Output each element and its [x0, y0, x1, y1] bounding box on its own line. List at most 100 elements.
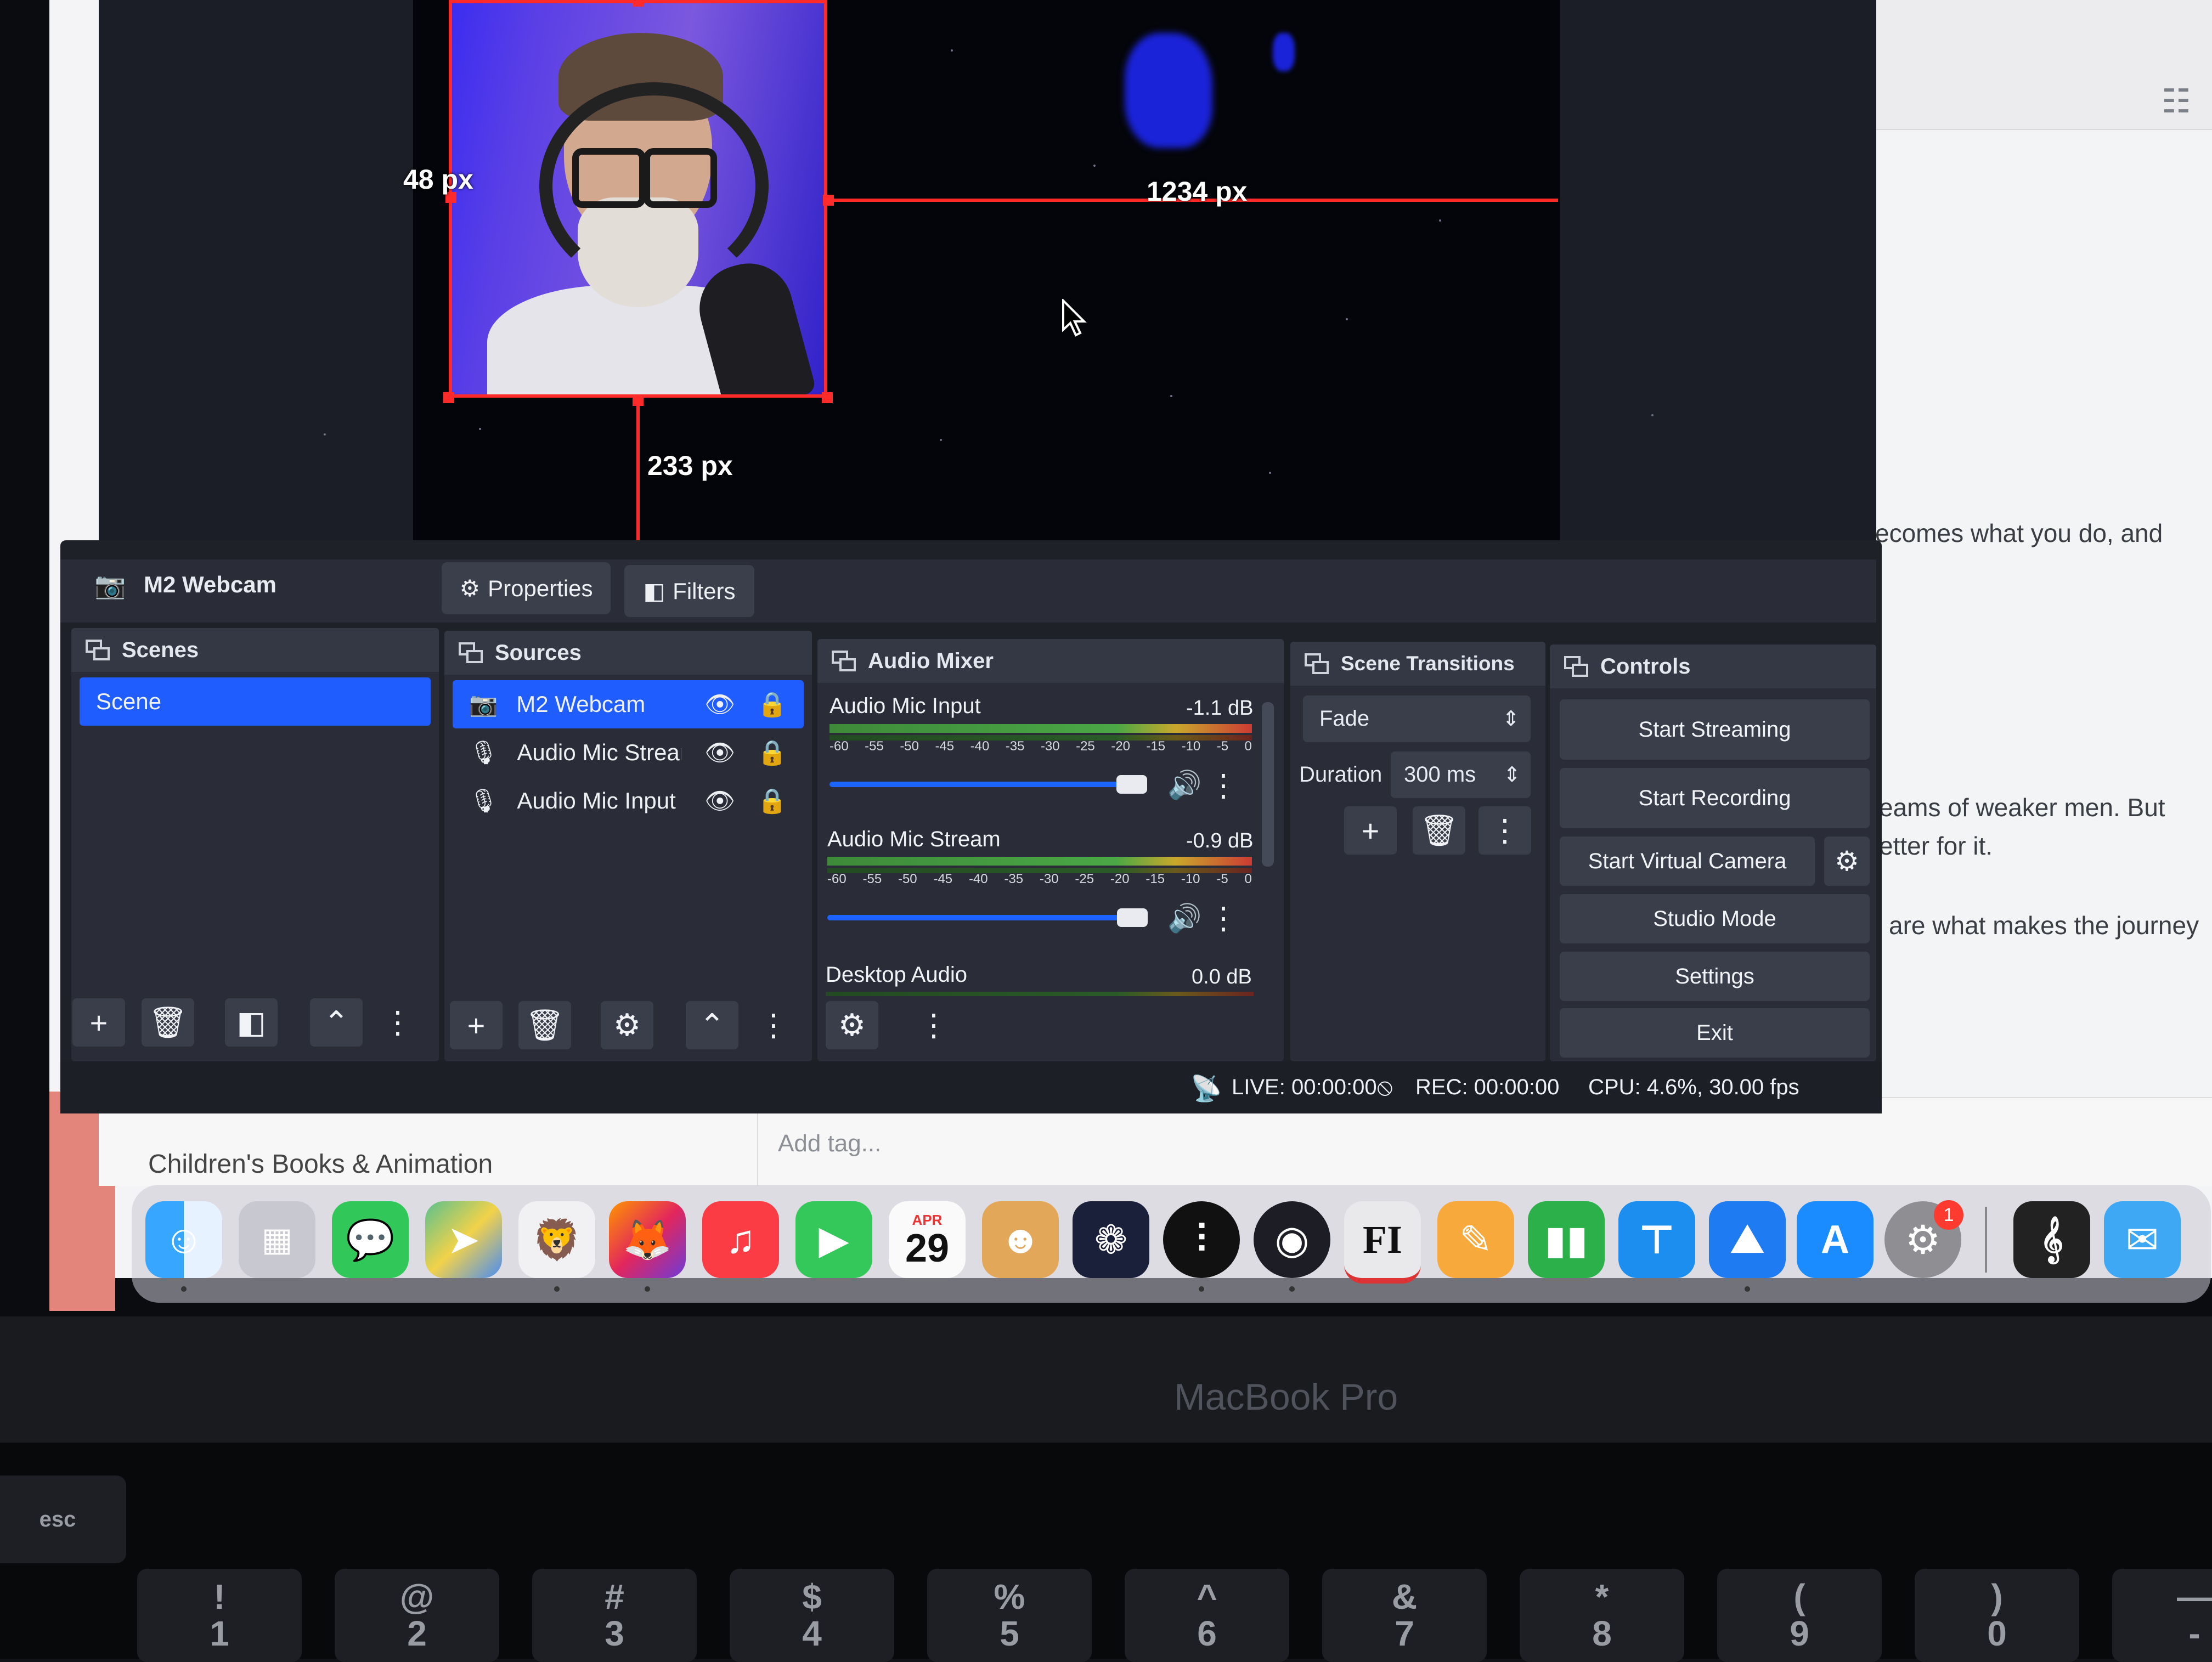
number-key[interactable]: ^ 6 [1125, 1569, 1289, 1662]
volume-slider[interactable] [830, 782, 1137, 787]
spin-updown-icon[interactable]: ⇕ [1503, 762, 1521, 787]
number-key[interactable]: #3 [532, 1569, 697, 1662]
start-virtual-camera-button[interactable]: Start Virtual Camera [1560, 836, 1815, 886]
contacts-icon[interactable]: ☻ [982, 1201, 1059, 1278]
source-item[interactable]: 📷 M2 Webcam 👁 🔒 [453, 680, 804, 728]
speaker-icon[interactable]: 🔊 [1167, 902, 1201, 935]
exit-button[interactable]: Exit [1560, 1008, 1870, 1058]
number-key[interactable]: * 8 [1520, 1569, 1684, 1662]
audio-waveform-app-icon[interactable]: ⫶ [1163, 1201, 1240, 1278]
keynote-icon[interactable]: ⊤ [1618, 1201, 1695, 1278]
source-item[interactable]: 🎙 Audio Mic Input 👁 🔒 [453, 777, 804, 825]
volume-meter [830, 724, 1252, 733]
davinci-resolve-icon[interactable]: ❁ [1073, 1201, 1149, 1278]
scenes-title: Scenes [122, 637, 199, 662]
dock-undock-icon[interactable] [459, 642, 483, 663]
list-icon[interactable]: ☷ [2162, 82, 2191, 121]
number-key[interactable]: $4 [730, 1569, 894, 1662]
number-key[interactable]: @2 [335, 1569, 499, 1662]
dock-undock-icon[interactable] [86, 640, 110, 660]
mixer-advanced-properties-button[interactable]: ⚙ [826, 1001, 878, 1049]
remove-scene-button[interactable]: 🗑 [142, 998, 194, 1047]
add-tag-input[interactable]: Add tag... [778, 1130, 881, 1157]
lock-icon[interactable]: 🔒 [757, 738, 787, 767]
source-properties-button[interactable]: ⚙ [601, 1001, 653, 1049]
dock-undock-icon[interactable] [832, 651, 856, 671]
brave-browser-icon[interactable]: 🦁 [518, 1201, 595, 1278]
app-store-icon[interactable]: A [1797, 1201, 1874, 1278]
nordvpn-icon[interactable]: ⛰ [1709, 1201, 1786, 1278]
esc-key[interactable]: esc [0, 1476, 126, 1563]
number-key[interactable]: % 5 [927, 1569, 1092, 1662]
finder-icon[interactable]: ☺ [145, 1201, 222, 1278]
resize-handle[interactable] [633, 0, 644, 7]
scene-more-button[interactable]: ⋮ [382, 998, 413, 1047]
volume-slider-knob[interactable] [1116, 775, 1147, 794]
lock-icon[interactable]: 🔒 [757, 690, 787, 719]
dock-undock-icon[interactable] [1564, 656, 1588, 677]
firefox-icon[interactable]: 🦊 [609, 1201, 686, 1278]
studio-mode-button[interactable]: Studio Mode [1560, 894, 1870, 943]
piano-keyboard-icon[interactable]: 𝄞 [2013, 1201, 2090, 1278]
start-streaming-button[interactable]: Start Streaming [1560, 699, 1870, 760]
add-scene-button[interactable]: + [72, 998, 125, 1047]
move-scene-up-button[interactable]: ⌃ [310, 998, 363, 1047]
add-source-button[interactable]: + [450, 1001, 503, 1049]
font-app-icon[interactable]: FI [1344, 1201, 1421, 1284]
number-key[interactable]: — - [2112, 1569, 2212, 1662]
transition-select[interactable]: Fade ⇕ [1303, 696, 1531, 742]
key-label: 0 [1987, 1614, 2007, 1653]
meter-tick-label: -15 [1146, 872, 1165, 886]
meter-tick-label: -55 [865, 739, 884, 754]
laptop-chin [0, 1316, 2212, 1443]
duration-spinbox[interactable]: 300 ms ⇕ [1391, 751, 1531, 798]
volume-slider-knob[interactable] [1117, 908, 1148, 927]
calendar-icon[interactable]: APR 29 [889, 1201, 966, 1278]
source-more-button[interactable]: ⋮ [758, 1001, 789, 1049]
channel-more-button[interactable]: ⋮ [1208, 761, 1239, 810]
volume-slider[interactable] [827, 915, 1135, 920]
channel-more-button[interactable]: ⋮ [1208, 894, 1239, 942]
lock-icon[interactable]: 🔒 [757, 787, 787, 815]
scene-filters-button[interactable]: ◧ [225, 998, 278, 1047]
properties-button[interactable]: ⚙ Properties [442, 562, 611, 614]
mixer-more-button[interactable]: ⋮ [918, 1001, 949, 1049]
speaker-icon[interactable]: 🔊 [1167, 769, 1201, 801]
launchpad-icon[interactable]: ▦ [239, 1201, 315, 1278]
mail-icon[interactable]: ✉ [2104, 1201, 2181, 1278]
resize-handle[interactable] [822, 392, 833, 403]
settings-button[interactable]: Settings [1560, 952, 1870, 1001]
visibility-eye-icon[interactable]: 👁 [704, 787, 735, 815]
transform-selection-box[interactable] [449, 0, 827, 398]
filters-button[interactable]: ◧ Filters [624, 565, 754, 617]
transition-more-button[interactable]: ⋮ [1479, 806, 1531, 855]
start-recording-button[interactable]: Start Recording [1560, 768, 1870, 828]
number-key[interactable]: (9 [1717, 1569, 1882, 1662]
move-source-up-button[interactable]: ⌃ [686, 1001, 738, 1049]
facetime-icon[interactable]: ▶ [795, 1201, 872, 1278]
meter-tick-label: -40 [970, 739, 990, 754]
scenes-header: Scenes [71, 628, 439, 672]
number-key[interactable]: ) 0 [1915, 1569, 2079, 1662]
doc-text-line: are what makes the journey [1889, 911, 2199, 940]
numbers-icon[interactable]: ▮▮ [1528, 1201, 1605, 1278]
scene-item[interactable]: Scene [80, 677, 431, 726]
number-key[interactable]: ! 1 [137, 1569, 302, 1662]
visibility-eye-icon[interactable]: 👁 [704, 738, 735, 767]
virtual-camera-settings-button[interactable]: ⚙ [1824, 836, 1870, 886]
remove-transition-button[interactable]: 🗑 [1413, 806, 1465, 855]
obs-studio-icon[interactable]: ◉ [1254, 1201, 1330, 1278]
messages-icon[interactable]: 💬 [332, 1201, 409, 1278]
music-icon[interactable]: ♫ [702, 1201, 779, 1278]
maps-icon[interactable]: ➤ [425, 1201, 502, 1278]
pages-icon[interactable]: ✎ [1437, 1201, 1514, 1278]
visibility-eye-icon[interactable]: 👁 [704, 690, 735, 719]
dock-undock-icon[interactable] [1305, 653, 1329, 674]
number-key[interactable]: & 7 [1322, 1569, 1487, 1662]
remove-source-button[interactable]: 🗑 [518, 1001, 571, 1049]
resize-handle[interactable] [443, 392, 454, 403]
add-transition-button[interactable]: + [1344, 806, 1397, 855]
key-shift-label: ( [1793, 1576, 1805, 1616]
mixer-scrollbar[interactable] [1262, 702, 1274, 867]
source-item[interactable]: 🎙 Audio Mic Stream 👁 🔒 [453, 728, 804, 777]
